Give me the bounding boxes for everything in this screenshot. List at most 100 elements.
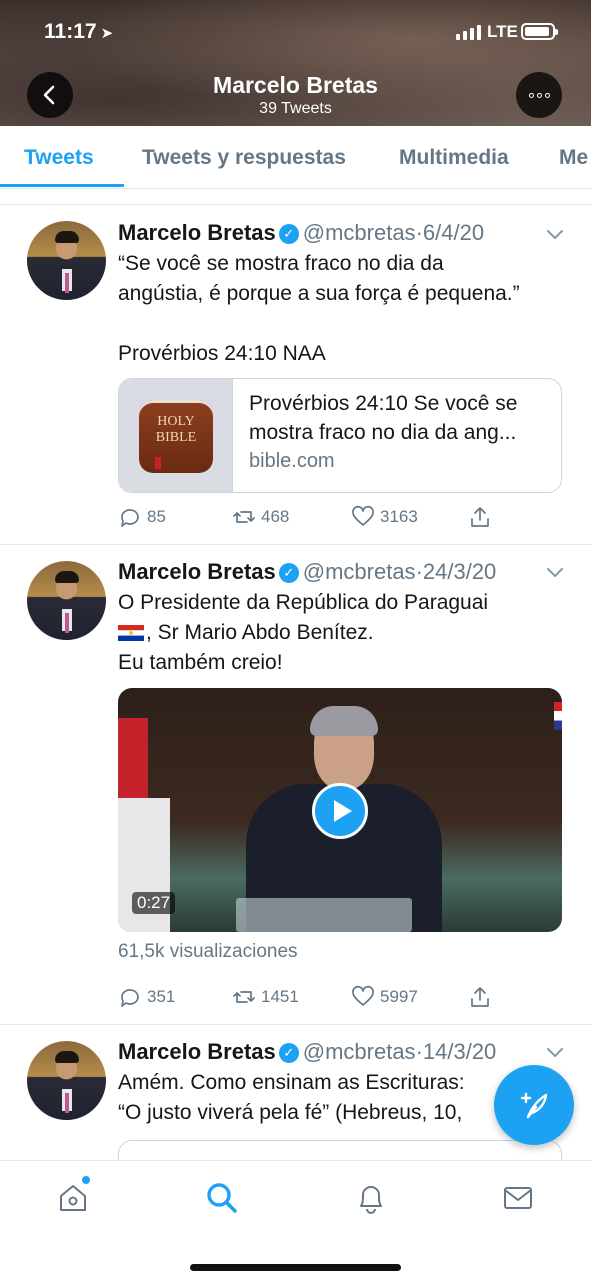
link-card-title-line: mostra fraco no dia da ang...: [249, 421, 517, 444]
verified-badge-icon: ✓: [278, 1043, 299, 1063]
tab-media[interactable]: Multimedia: [399, 146, 509, 170]
author-handle: @mcbretas: [302, 1039, 416, 1064]
separator-dot: ·: [415, 220, 423, 245]
retweet-button[interactable]: 1451: [232, 985, 299, 1009]
retweet-button[interactable]: 468: [232, 505, 289, 529]
retweet-count: 468: [261, 507, 290, 526]
share-button[interactable]: [468, 505, 492, 529]
location-arrow-icon: ➤: [100, 25, 114, 42]
reply-button[interactable]: 85: [118, 505, 166, 529]
home-icon[interactable]: [56, 1181, 90, 1215]
tweet-text-span: , Sr Mario Abdo Benítez.: [146, 621, 374, 644]
tweet-text-line: [118, 309, 568, 339]
author-name[interactable]: Marcelo Bretas: [118, 220, 276, 245]
share-icon: [471, 507, 489, 527]
signal-icon: [456, 24, 481, 40]
profile-header: 11:17 ➤ LTE Marcelo Bretas 39 Tweets: [0, 0, 591, 126]
tweet-text-line: O Presidente da República do Paraguai: [118, 591, 489, 614]
tweet-date: 6/4/20: [422, 220, 485, 245]
tweet-text-line: angústia, é porque a sua força é pequena…: [118, 282, 520, 305]
share-icon: [471, 987, 489, 1007]
bottom-nav: [0, 1160, 591, 1280]
author-name[interactable]: Marcelo Bretas: [118, 559, 276, 584]
heart-icon: [352, 985, 374, 1006]
holy-bible-logo: HOLY BIBLE: [139, 400, 213, 473]
tweet-header: Marcelo Bretas ✓ @mcbretas·6/4/20: [118, 220, 484, 246]
like-button[interactable]: 3163: [351, 505, 418, 529]
notification-dot: [82, 1176, 90, 1184]
more-horizontal-icon: [528, 92, 550, 98]
verified-badge-icon: ✓: [278, 224, 299, 244]
avatar[interactable]: [27, 1041, 106, 1120]
profile-name: Marcelo Bretas: [213, 72, 378, 98]
link-card-title: Provérbios 24:10 Se você se mostra fraco…: [249, 389, 549, 447]
verified-badge-icon: ✓: [278, 563, 299, 583]
reply-button[interactable]: 351: [118, 985, 175, 1009]
play-button[interactable]: [312, 783, 368, 839]
tab-likes[interactable]: Me: [559, 146, 588, 170]
author-handle: @mcbretas: [302, 220, 416, 245]
bell-icon[interactable]: [354, 1181, 388, 1215]
tweet-date: 24/3/20: [422, 559, 497, 584]
video-views: 61,5k visualizaciones: [118, 941, 298, 962]
chevron-down-icon[interactable]: [545, 1042, 565, 1062]
profile-tabs: Tweets Tweets y respuestas Multimedia Me: [0, 126, 591, 189]
like-count: 5997: [380, 987, 418, 1006]
reply-count: 351: [147, 987, 176, 1006]
author-handle: @mcbretas: [302, 559, 416, 584]
tweet-header: Marcelo Bretas ✓ @mcbretas·24/3/20: [118, 559, 496, 585]
battery-icon: [521, 23, 558, 40]
retweet-icon: [233, 511, 255, 523]
separator-dot: ·: [415, 559, 423, 584]
mail-icon[interactable]: [501, 1181, 535, 1215]
tweet-actions: 85 468 3163: [118, 505, 538, 535]
link-card-thumbnail: HOLY BIBLE: [119, 379, 233, 492]
tweet[interactable]: Marcelo Bretas ✓ @mcbretas·24/3/20 O Presi…: [0, 545, 591, 1025]
tweet-text-line: “Se você se mostra fraco no dia da: [118, 252, 444, 275]
tab-tweets[interactable]: Tweets: [24, 146, 94, 170]
retweet-count: 1451: [261, 987, 299, 1006]
like-count: 3163: [380, 507, 418, 526]
chevron-down-icon[interactable]: [545, 562, 565, 582]
header-title: Marcelo Bretas 39 Tweets: [0, 72, 591, 118]
share-button[interactable]: [468, 985, 492, 1009]
tweet-text-line: Provérbios 24:10 NAA: [118, 342, 326, 365]
paraguay-flag-icon: [118, 625, 144, 641]
search-icon[interactable]: [205, 1181, 239, 1215]
like-button[interactable]: 5997: [351, 985, 418, 1009]
video-duration: 0:27: [132, 892, 176, 914]
tweet-text: O Presidente da República do Paraguai , …: [118, 588, 568, 678]
tweet-text-line: Eu também creio!: [118, 651, 283, 674]
author-name[interactable]: Marcelo Bretas: [118, 1039, 276, 1064]
compose-tweet-button[interactable]: [494, 1065, 574, 1145]
tweet[interactable]: Marcelo Bretas ✓ @mcbretas·6/4/20 “Se você…: [0, 205, 591, 545]
tweet-text: “Se você se mostra fraco no dia da angús…: [118, 249, 568, 369]
avatar[interactable]: [27, 561, 106, 640]
link-card[interactable]: HOLY BIBLE Provérbios 24:10 Se você se mo…: [118, 378, 562, 493]
link-card-domain: bible.com: [249, 450, 335, 472]
tweet-count: 39 Tweets: [259, 100, 332, 117]
logo-text: HOLY: [157, 414, 195, 429]
chevron-down-icon[interactable]: [545, 224, 565, 244]
status-bar: 11:17 ➤ LTE: [0, 18, 591, 48]
tweet-header: Marcelo Bretas ✓ @mcbretas·14/3/20: [118, 1039, 496, 1065]
retweet-icon: [233, 991, 255, 1003]
more-options-button[interactable]: [516, 72, 562, 118]
avatar[interactable]: [27, 221, 106, 300]
home-indicator[interactable]: [190, 1264, 401, 1271]
play-icon: [333, 800, 352, 822]
heart-icon: [352, 505, 374, 526]
active-tab-indicator: [0, 184, 124, 187]
compose-feather-icon: [520, 1092, 548, 1119]
reply-icon: [121, 989, 139, 1007]
network-type: LTE: [487, 22, 518, 41]
separator-dot: ·: [415, 1039, 423, 1064]
reply-icon: [121, 509, 139, 527]
link-card-title-line: Provérbios 24:10 Se você se: [249, 392, 518, 415]
tab-tweets-replies[interactable]: Tweets y respuestas: [142, 146, 346, 170]
status-time: 11:17 ➤: [44, 20, 114, 43]
tweet-date: 14/3/20: [422, 1039, 497, 1064]
tweet-actions: 351 1451 5997: [118, 985, 538, 1015]
video-player[interactable]: 0:27: [118, 688, 562, 932]
reply-count: 85: [147, 507, 166, 526]
